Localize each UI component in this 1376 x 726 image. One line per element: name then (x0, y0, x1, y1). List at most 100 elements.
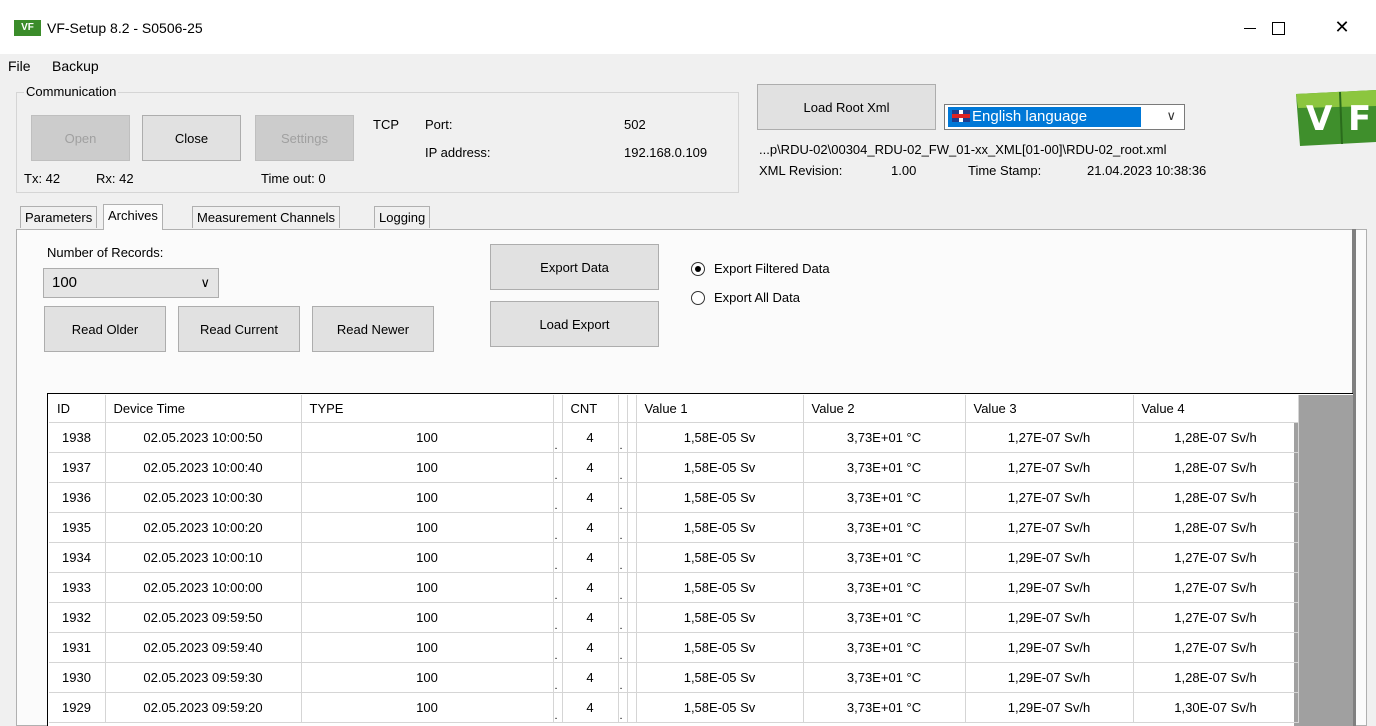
read-newer-button[interactable]: Read Newer (312, 306, 434, 352)
table-cell[interactable]: 1937 (49, 452, 106, 483)
menu-backup[interactable]: Backup (52, 58, 99, 74)
table-cell[interactable]: . (553, 542, 563, 573)
table-row[interactable]: 1929 02.05.2023 09:59:20 100. 4. 1,58E-05 Sv… (49, 692, 1299, 723)
table-cell[interactable]: 4 (562, 662, 619, 693)
table-cell[interactable]: . (618, 512, 628, 543)
table-cell[interactable]: 02.05.2023 10:00:30 (105, 482, 302, 513)
table-cell[interactable]: 02.05.2023 09:59:40 (105, 632, 302, 663)
table-cell[interactable]: 1933 (49, 572, 106, 603)
table-cell[interactable] (627, 662, 637, 693)
table-cell[interactable]: 4 (562, 452, 619, 483)
tab-measurement-channels[interactable]: Measurement Channels (192, 206, 341, 228)
table-cell[interactable]: 3,73E+01 °C (803, 512, 966, 543)
table-cell[interactable]: 4 (562, 512, 619, 543)
column-header[interactable]: Value 1 (636, 395, 804, 423)
table-cell[interactable]: 4 (562, 632, 619, 663)
table-cell[interactable]: 1938 (49, 422, 106, 453)
table-row[interactable]: 1930 02.05.2023 09:59:30 100. 4. 1,58E-05 Sv… (49, 662, 1299, 693)
table-row[interactable]: 1935 02.05.2023 10:00:20 100. 4. 1,58E-05 Sv… (49, 512, 1299, 543)
table-cell[interactable]: 1,28E-07 Sv/h (1133, 482, 1299, 513)
table-cell[interactable]: 1,58E-05 Sv (636, 452, 804, 483)
column-header[interactable] (618, 395, 628, 423)
table-cell[interactable]: 1,27E-07 Sv/h (965, 422, 1134, 453)
tab-logging[interactable]: Logging (374, 206, 431, 228)
table-cell[interactable]: 100 (301, 572, 554, 603)
table-cell[interactable] (627, 512, 637, 543)
column-header[interactable]: Device Time (105, 395, 302, 423)
table-cell[interactable]: 3,73E+01 °C (803, 572, 966, 603)
table-cell[interactable]: . (618, 452, 628, 483)
table-cell[interactable]: . (553, 422, 563, 453)
export-all-label[interactable]: Export All Data (714, 290, 800, 305)
table-cell[interactable] (627, 482, 637, 513)
table-cell[interactable]: 02.05.2023 09:59:50 (105, 602, 302, 633)
table-cell[interactable]: 1,58E-05 Sv (636, 572, 804, 603)
table-cell[interactable]: 4 (562, 602, 619, 633)
table-cell[interactable]: . (553, 602, 563, 633)
table-cell[interactable]: 02.05.2023 10:00:00 (105, 572, 302, 603)
table-cell[interactable]: 100 (301, 542, 554, 573)
table-cell[interactable]: 1,28E-07 Sv/h (1133, 512, 1299, 543)
table-cell[interactable]: 1,29E-07 Sv/h (965, 602, 1134, 633)
column-header[interactable] (553, 395, 563, 423)
table-cell[interactable]: 02.05.2023 10:00:50 (105, 422, 302, 453)
table-cell[interactable]: 1,58E-05 Sv (636, 632, 804, 663)
table-cell[interactable] (627, 542, 637, 573)
table-cell[interactable]: 1935 (49, 512, 106, 543)
language-dropdown[interactable]: English language ∨ (944, 104, 1185, 130)
table-cell[interactable]: 1,28E-07 Sv/h (1133, 662, 1299, 693)
column-header[interactable]: TYPE (301, 395, 554, 423)
table-cell[interactable]: 4 (562, 482, 619, 513)
archive-data-grid[interactable]: ID Device Time TYPE CNT Value 1 Value 2 … (47, 393, 1353, 726)
table-cell[interactable]: . (553, 452, 563, 483)
table-cell[interactable]: 1936 (49, 482, 106, 513)
table-cell[interactable]: 3,73E+01 °C (803, 662, 966, 693)
table-row[interactable]: 1931 02.05.2023 09:59:40 100. 4. 1,58E-05 Sv… (49, 632, 1299, 663)
table-cell[interactable]: . (618, 632, 628, 663)
column-header[interactable]: Value 2 (803, 395, 966, 423)
table-cell[interactable]: 100 (301, 692, 554, 723)
export-filtered-label[interactable]: Export Filtered Data (714, 261, 830, 276)
table-row[interactable]: 1934 02.05.2023 10:00:10 100. 4. 1,58E-05 Sv… (49, 542, 1299, 573)
column-header[interactable]: CNT (562, 395, 619, 423)
table-cell[interactable]: 1,58E-05 Sv (636, 662, 804, 693)
table-cell[interactable]: 1,58E-05 Sv (636, 692, 804, 723)
table-cell[interactable]: . (553, 662, 563, 693)
table-cell[interactable]: 3,73E+01 °C (803, 452, 966, 483)
export-filtered-radio[interactable] (691, 262, 705, 276)
table-cell[interactable]: . (618, 542, 628, 573)
table-cell[interactable]: 1,30E-07 Sv/h (1133, 692, 1299, 723)
table-cell[interactable]: 1,58E-05 Sv (636, 482, 804, 513)
table-cell[interactable]: 1,29E-07 Sv/h (965, 572, 1134, 603)
table-cell[interactable]: 1930 (49, 662, 106, 693)
records-dropdown[interactable]: 100 ∨ (43, 268, 219, 298)
table-cell[interactable]: 3,73E+01 °C (803, 692, 966, 723)
table-cell[interactable]: 1,27E-07 Sv/h (1133, 632, 1299, 663)
table-cell[interactable]: . (553, 572, 563, 603)
tab-archives[interactable]: Archives (103, 204, 163, 230)
maximize-button[interactable] (1258, 12, 1298, 42)
table-row[interactable]: 1933 02.05.2023 10:00:00 100. 4. 1,58E-05 Sv… (49, 572, 1299, 603)
table-cell[interactable]: 1,58E-05 Sv (636, 542, 804, 573)
table-cell[interactable]: . (553, 512, 563, 543)
table-cell[interactable]: 1,27E-07 Sv/h (965, 482, 1134, 513)
table-cell[interactable]: 4 (562, 572, 619, 603)
table-cell[interactable]: 3,73E+01 °C (803, 542, 966, 573)
column-header[interactable]: ID (49, 395, 106, 423)
table-cell[interactable]: 1,29E-07 Sv/h (965, 542, 1134, 573)
table-cell[interactable]: 4 (562, 422, 619, 453)
menu-file[interactable]: File (8, 58, 31, 74)
table-row[interactable]: 1937 02.05.2023 10:00:40 100. 4. 1,58E-05 Sv… (49, 452, 1299, 483)
table-cell[interactable] (627, 692, 637, 723)
export-data-button[interactable]: Export Data (490, 244, 659, 290)
table-cell[interactable]: 3,73E+01 °C (803, 482, 966, 513)
table-cell[interactable]: . (618, 422, 628, 453)
table-cell[interactable] (627, 602, 637, 633)
table-cell[interactable] (627, 632, 637, 663)
table-cell[interactable]: 4 (562, 692, 619, 723)
read-older-button[interactable]: Read Older (44, 306, 166, 352)
table-cell[interactable]: 1,29E-07 Sv/h (965, 692, 1134, 723)
table-cell[interactable]: 1934 (49, 542, 106, 573)
table-cell[interactable]: 100 (301, 452, 554, 483)
table-row[interactable]: 1932 02.05.2023 09:59:50 100. 4. 1,58E-05 Sv… (49, 602, 1299, 633)
